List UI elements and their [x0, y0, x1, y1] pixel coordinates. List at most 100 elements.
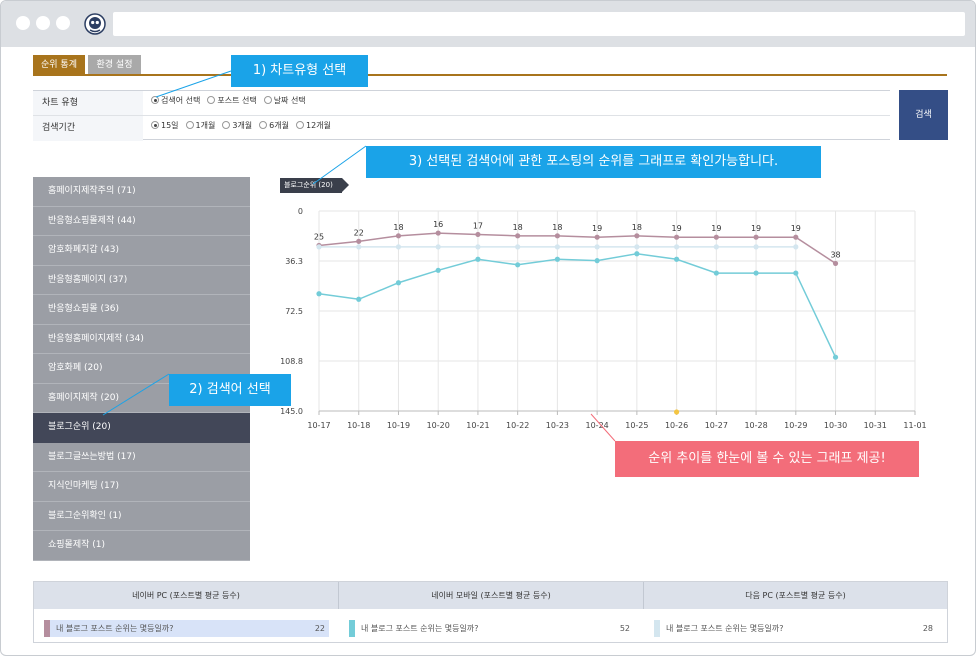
summary-column: 네이버 모바일 (포스트별 평균 등수) 내 블로그 포스트 순위는 몇등일까? 5… — [339, 582, 644, 644]
period-option-label: 6개월 — [269, 121, 289, 130]
series-point — [435, 230, 441, 236]
tab-settings[interactable]: 환경 설정 — [88, 55, 141, 75]
chart-type-option[interactable]: 검색어 선택 — [151, 91, 200, 111]
period-option[interactable]: 1개월 — [185, 116, 216, 136]
series-point — [316, 244, 322, 250]
summary-header: 네이버 PC (포스트별 평균 등수) — [34, 582, 339, 609]
keyword-item[interactable]: 반응형쇼핑몰제작 (44) — [33, 207, 250, 236]
radio-button-icon[interactable] — [259, 121, 268, 129]
summary-value: 22 — [314, 624, 325, 633]
series-point — [793, 234, 799, 240]
radio-button-icon[interactable] — [295, 121, 304, 129]
series-point — [594, 234, 600, 240]
series-point — [713, 244, 719, 250]
series-point — [515, 244, 521, 250]
series-point — [674, 256, 680, 262]
series-point — [435, 244, 441, 250]
data-label: 18 — [552, 223, 562, 232]
chart-type-row: 차트 유형 검색어 선택 포스트 선택 날짜 선택 — [33, 91, 890, 116]
series-point — [395, 233, 402, 239]
chart-type-option-label: 포스트 선택 — [217, 96, 257, 105]
period-option-label: 1개월 — [195, 121, 216, 130]
keyword-item[interactable]: 반응형쇼핑몰 (36) — [33, 295, 250, 325]
series-point — [753, 270, 759, 276]
y-tick-label: 145.0 — [280, 407, 303, 416]
search-button[interactable]: 검색 — [899, 90, 948, 140]
keyword-item[interactable]: 블로그순위 (20) — [33, 413, 250, 443]
series-point — [753, 234, 759, 240]
y-tick-label: 108.8 — [280, 357, 303, 366]
chart-type-option[interactable]: 날짜 선택 — [263, 91, 306, 111]
maximize-window-dot[interactable] — [56, 16, 70, 30]
period-options: 15일 1개월 3개월 6개월 12개월 — [151, 116, 338, 141]
series-point — [594, 258, 600, 264]
series-point — [475, 244, 481, 250]
period-option-label: 3개월 — [232, 121, 253, 130]
x-tick-label: 10-17 — [307, 421, 330, 430]
series-line — [318, 252, 837, 358]
period-option[interactable]: 6개월 — [259, 116, 289, 136]
minimize-window-dot[interactable] — [36, 16, 50, 30]
series-point — [634, 233, 640, 239]
browser-window: 순위 통계 환경 설정 차트 유형 검색어 선택 포스트 선택 날짜 선택 검색기간… — [0, 0, 976, 656]
x-tick-label: 10-20 — [427, 421, 450, 430]
close-window-dot[interactable] — [16, 16, 30, 30]
series-point — [395, 280, 402, 286]
x-tick-label: 10-26 — [665, 421, 688, 430]
search-form: 차트 유형 검색어 선택 포스트 선택 날짜 선택 검색기간 15일 1개월 3개월 6개… — [33, 90, 890, 141]
series-point — [316, 291, 322, 297]
radio-button-icon[interactable] — [151, 96, 159, 104]
series-point — [674, 234, 680, 240]
y-tick-label: 72.5 — [285, 307, 303, 316]
summary-text: 내 블로그 포스트 순위는 몇등일까? — [666, 624, 784, 633]
summary-value: 52 — [619, 624, 630, 633]
summary-row: 내 블로그 포스트 순위는 몇등일까? 22 — [44, 620, 329, 637]
keyword-item[interactable]: 블로그순위확인 (1) — [33, 502, 250, 531]
series-point — [554, 256, 560, 262]
data-label: 22 — [354, 228, 364, 237]
summary-header: 다음 PC (포스트별 평균 등수) — [644, 582, 947, 609]
keyword-item[interactable]: 블로그글쓰는방법 (17) — [33, 443, 250, 472]
period-option[interactable]: 15일 — [151, 116, 179, 136]
keyword-item[interactable]: 쇼핑몰제작 (1) — [33, 531, 250, 561]
x-tick-label: 10-23 — [546, 421, 569, 430]
data-label: 19 — [751, 224, 761, 233]
keyword-item[interactable]: 반응형홈페이지 (37) — [33, 266, 250, 295]
tab-rank-stats[interactable]: 순위 통계 — [33, 55, 85, 75]
keyword-item[interactable]: 반응형홈페이지제작 (34) — [33, 325, 250, 354]
series-color-swatch — [349, 620, 355, 637]
radio-button-icon[interactable] — [185, 121, 194, 129]
address-bar[interactable] — [113, 12, 965, 36]
radio-button-icon[interactable] — [151, 121, 159, 129]
chart-type-option-label: 검색어 선택 — [161, 96, 201, 105]
callout-step1: 1) 차트유형 선택 — [231, 55, 368, 87]
series-point — [753, 244, 759, 250]
period-option[interactable]: 3개월 — [222, 116, 252, 136]
data-label: 18 — [632, 223, 642, 232]
radio-button-icon[interactable] — [263, 96, 272, 104]
data-label: 38 — [830, 250, 840, 259]
series-point — [435, 267, 441, 273]
data-label: 19 — [672, 224, 682, 233]
app-logo-icon — [84, 13, 106, 35]
keyword-item[interactable]: 암호화폐지갑 (43) — [33, 236, 250, 266]
series-point — [515, 262, 521, 268]
summary-row: 내 블로그 포스트 순위는 몇등일까? 28 — [654, 620, 937, 637]
callout-step2: 2) 검색어 선택 — [169, 374, 291, 406]
date-marker — [674, 409, 680, 415]
x-tick-label: 10-25 — [625, 421, 648, 430]
period-option[interactable]: 12개월 — [295, 116, 331, 136]
x-tick-label: 10-24 — [586, 421, 609, 430]
data-label: 18 — [393, 223, 403, 232]
y-tick-label: 36.3 — [285, 257, 303, 266]
data-label: 16 — [433, 220, 443, 229]
keyword-item[interactable]: 홈페이지제작주의 (71) — [33, 177, 250, 207]
radio-button-icon[interactable] — [207, 96, 216, 104]
data-label: 19 — [711, 224, 721, 233]
chart-type-option[interactable]: 포스트 선택 — [207, 91, 257, 111]
radio-button-icon[interactable] — [222, 121, 231, 129]
series-point — [594, 244, 600, 250]
keyword-item[interactable]: 지식인마케팅 (17) — [33, 472, 250, 502]
series-point — [674, 244, 680, 250]
x-tick-label: 10-18 — [347, 421, 370, 430]
